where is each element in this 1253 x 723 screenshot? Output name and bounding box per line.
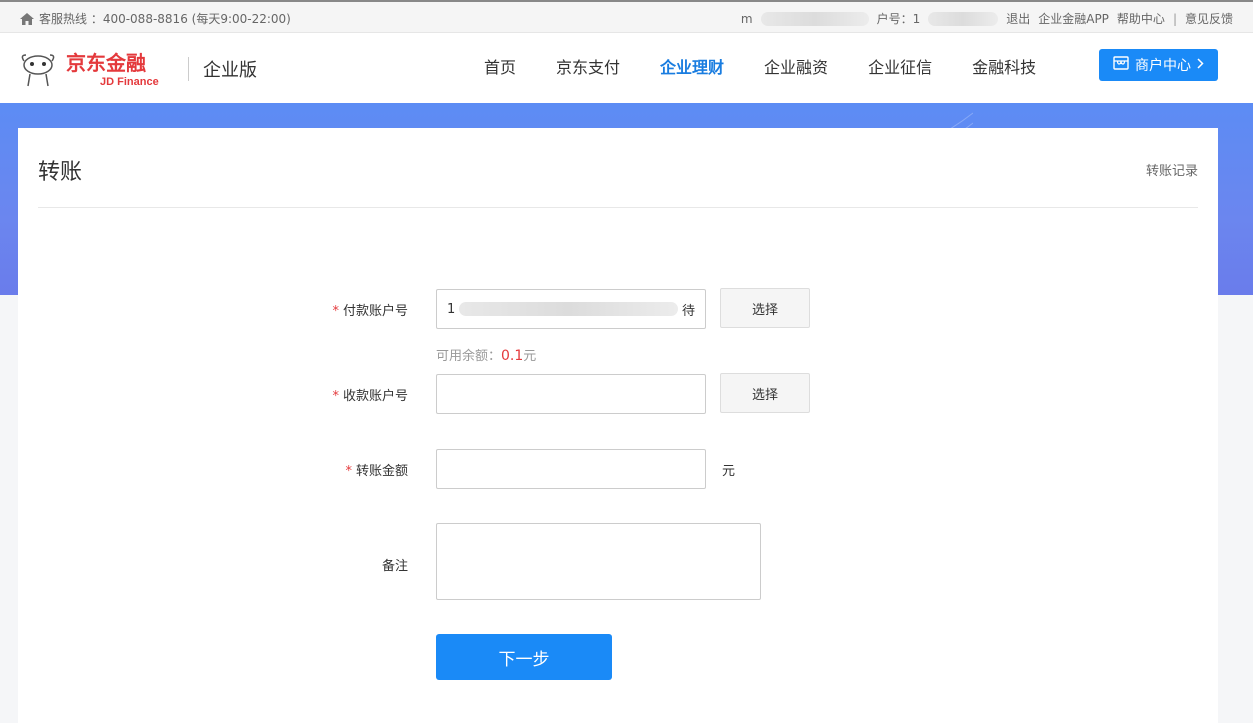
required-mark: * (332, 304, 339, 319)
payee-account-label-text: 收款账户号 (342, 389, 408, 404)
edition-label: 企业版 (203, 60, 257, 81)
logo-cn-text: 京东金融 (66, 51, 146, 75)
payer-account-label: * 付款账户号 (258, 300, 408, 319)
transfer-card: 转账 转账记录 * 付款账户号 1 待 选择 可用余额：0.1元 * 收款账户号 选… (18, 128, 1218, 723)
payer-select-button[interactable]: 选择 (720, 288, 810, 328)
payer-account-value-end: 待 (681, 303, 695, 319)
title-divider (38, 207, 1198, 208)
required-mark: * (345, 464, 352, 479)
masked-payer-account (459, 302, 678, 316)
merchant-center-label: 商户中心 (1135, 58, 1191, 74)
separator: | (1172, 11, 1177, 26)
home-icon[interactable] (20, 12, 34, 25)
payer-account-value-start: 1 (447, 301, 456, 317)
next-step-button[interactable]: 下一步 (436, 634, 612, 680)
jd-finance-logo[interactable]: 京东金融 JD Finance (18, 49, 168, 89)
nav-jd-pay[interactable]: 京东支付 (542, 33, 634, 103)
transfer-amount-label: * 转账金额 (258, 460, 408, 479)
account-label: 户号：1 (876, 12, 921, 26)
transfer-amount-label-text: 转账金额 (355, 464, 408, 479)
store-icon (1113, 56, 1129, 74)
masked-account-number (928, 11, 999, 26)
hotline-text: 客服热线 ：400-088-8816 (每天9:00-22:00) (39, 12, 291, 26)
balance-amount: 0.1 (501, 348, 524, 364)
user-area: m 户号：1 退出 企业金融APP 帮助中心 | 意见反馈 (741, 10, 1233, 27)
nav-financing[interactable]: 企业融资 (750, 33, 842, 103)
logo-divider (188, 57, 189, 81)
payee-account-label: * 收款账户号 (258, 385, 408, 404)
main-nav: 首页 京东支付 企业理财 企业融资 企业征信 金融科技 (470, 33, 1062, 103)
masked-username (760, 11, 869, 26)
enterprise-app-link[interactable]: 企业金融APP (1038, 10, 1109, 27)
page-title: 转账 (38, 160, 83, 185)
logout-link[interactable]: 退出 (1006, 10, 1030, 27)
payee-select-button[interactable]: 选择 (720, 373, 810, 413)
remark-label: 备注 (381, 559, 408, 574)
available-balance: 可用余额：0.1元 (436, 345, 536, 364)
nav-home[interactable]: 首页 (470, 33, 530, 103)
amount-unit: 元 (722, 464, 736, 479)
main-header: 京东金融 JD Finance 企业版 首页 京东支付 企业理财 企业融资 企业… (0, 33, 1253, 103)
help-center-link[interactable]: 帮助中心 (1117, 10, 1165, 27)
merchant-center-button[interactable]: 商户中心 (1099, 49, 1218, 81)
payer-account-label-text: 付款账户号 (342, 304, 408, 319)
payer-account-field[interactable]: 1 待 (436, 289, 706, 329)
chevron-right-icon (1197, 57, 1204, 73)
transfer-records-link[interactable]: 转账记录 (1146, 160, 1198, 179)
nav-credit[interactable]: 企业征信 (854, 33, 946, 103)
payee-account-field[interactable] (436, 374, 706, 414)
top-info-bar: 客服热线 ：400-088-8816 (每天9:00-22:00) m 户号：1… (0, 0, 1253, 33)
logo-en-text: JD Finance (100, 76, 159, 88)
nav-wealth-management[interactable]: 企业理财 (646, 33, 738, 103)
username-prefix: m (740, 11, 753, 26)
balance-label: 可用余额： (436, 349, 502, 364)
transfer-amount-field[interactable] (436, 449, 706, 489)
nav-fintech[interactable]: 金融科技 (958, 33, 1050, 103)
required-mark: * (332, 389, 339, 404)
remark-textarea[interactable] (436, 523, 761, 600)
balance-unit: 元 (523, 349, 537, 364)
feedback-link[interactable]: 意见反馈 (1185, 10, 1233, 27)
hotline: 客服热线 ：400-088-8816 (每天9:00-22:00) (20, 10, 291, 27)
